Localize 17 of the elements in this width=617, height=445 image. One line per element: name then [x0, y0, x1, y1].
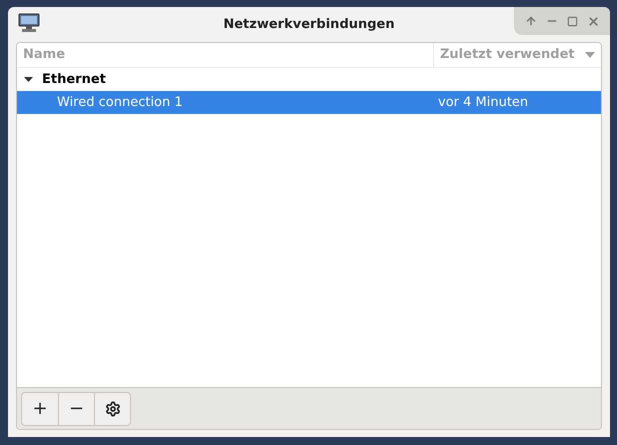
- toolbar-button[interactable]: +: [22, 392, 58, 424]
- sort-arrow-icon: [585, 52, 595, 58]
- network-icon: [18, 13, 40, 33]
- toolbar-button[interactable]: −: [58, 392, 94, 424]
- connection-row[interactable]: Wired connection 1 vor 4 Minuten: [17, 91, 601, 114]
- last-used-cell-text: vor 4 Minuten: [437, 94, 530, 112]
- settings-icon: [104, 400, 120, 416]
- group-label: Ethernet: [42, 70, 106, 89]
- up-arrow-icon: [524, 15, 536, 27]
- window-title: Netzwerkverbindungen: [223, 16, 395, 34]
- maximize-button[interactable]: [566, 16, 578, 26]
- close-icon: [586, 14, 600, 28]
- maximize-icon: [566, 16, 578, 26]
- close-button[interactable]: [586, 14, 600, 28]
- group-row[interactable]: Ethernet: [17, 68, 601, 91]
- connection-name: Wired connection 1: [56, 94, 184, 112]
- shade-button[interactable]: [524, 15, 536, 27]
